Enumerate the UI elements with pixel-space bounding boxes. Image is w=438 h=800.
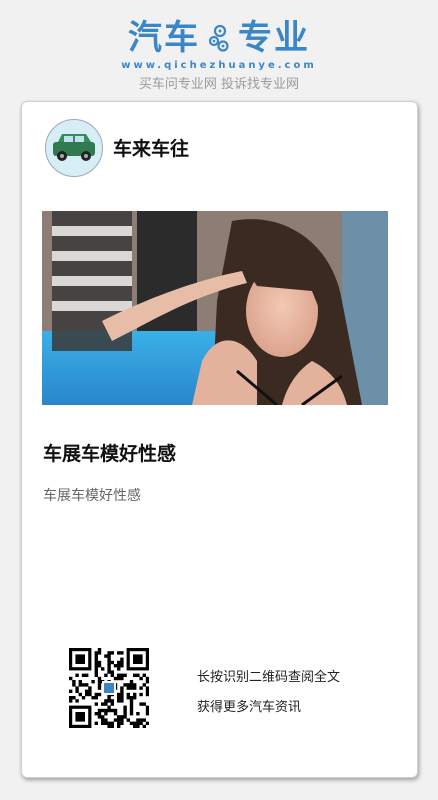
article-title: 车展车模好性感 bbox=[43, 443, 177, 465]
author-avatar[interactable] bbox=[45, 119, 103, 177]
gear-icon bbox=[206, 23, 232, 53]
logo-text-right: 专业 bbox=[238, 18, 310, 58]
qr-code[interactable] bbox=[69, 648, 150, 729]
article-card: 车来车往 车展车模好性感 车展车模好性感 长按识别二维码查阅全文 获得更多汽车资… bbox=[21, 101, 418, 778]
tagline: 买车问专业网 投诉找专业网 bbox=[138, 77, 300, 92]
logo-url: www.qichezhuanye.com bbox=[121, 60, 317, 71]
author-name[interactable]: 车来车往 bbox=[113, 134, 189, 161]
article-photo[interactable] bbox=[42, 211, 388, 405]
site-logo: 汽车 专业 www.qichezhuanye.com 买车问专业网 投诉找专业网 bbox=[0, 18, 438, 92]
article-description: 车展车模好性感 bbox=[43, 488, 141, 504]
qr-prompt-line1: 长按识别二维码查阅全文 bbox=[197, 670, 341, 685]
car-icon bbox=[53, 134, 95, 161]
logo-text-left: 汽车 bbox=[128, 18, 200, 58]
qr-prompt-line2: 获得更多汽车资讯 bbox=[197, 700, 302, 715]
